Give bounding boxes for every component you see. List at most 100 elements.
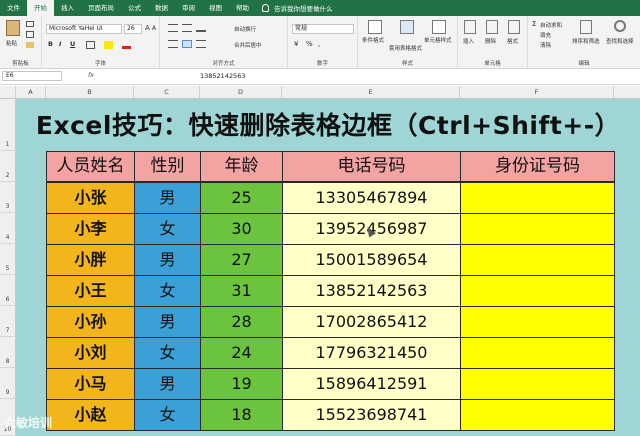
tab-file[interactable]: 文件	[0, 0, 27, 16]
find-select-button[interactable]: 查找和选择	[606, 37, 634, 45]
align-left-icon[interactable]	[168, 40, 178, 48]
border-icon[interactable]	[86, 41, 95, 49]
phone-cell[interactable]: 15001589654	[282, 244, 461, 276]
row-header-4[interactable]: 4	[0, 213, 16, 244]
header-cell-gender[interactable]: 性别	[134, 151, 201, 182]
age-cell[interactable]: 28	[200, 306, 283, 338]
header-cell-id[interactable]: 身份证号码	[460, 151, 615, 182]
currency-icon[interactable]: ¥	[294, 40, 298, 48]
align-bottom-icon[interactable]	[196, 24, 206, 32]
paste-icon[interactable]	[6, 20, 20, 36]
id-cell[interactable]	[460, 182, 615, 214]
paste-button[interactable]: 粘贴	[6, 39, 17, 47]
age-cell[interactable]: 19	[200, 368, 283, 400]
age-cell[interactable]: 30	[200, 213, 283, 245]
name-cell[interactable]: 小张	[46, 182, 135, 214]
gender-cell[interactable]: 女	[134, 213, 201, 245]
tab-insert[interactable]: 插入	[54, 0, 81, 16]
format-cells-button[interactable]: 格式	[507, 37, 518, 45]
insert-cells-button[interactable]: 插入	[463, 37, 474, 45]
bold-button[interactable]: B	[48, 40, 53, 48]
format-as-table-button[interactable]: 套用表格格式	[389, 44, 422, 52]
format-cells-icon[interactable]	[508, 20, 520, 34]
number-format-select[interactable]: 常规	[292, 24, 354, 34]
column-header-g[interactable]	[614, 86, 640, 99]
tab-review[interactable]: 审阅	[175, 0, 202, 16]
find-select-icon[interactable]	[614, 20, 626, 32]
row-header-9[interactable]: 9	[0, 368, 16, 399]
tab-help[interactable]: 帮助	[229, 0, 256, 16]
row-header-2[interactable]: 2	[0, 151, 16, 182]
align-right-icon[interactable]	[196, 40, 206, 48]
align-center-icon[interactable]	[182, 40, 192, 48]
decrease-font-icon[interactable]: A	[152, 25, 156, 32]
clear-button[interactable]: 清除	[540, 41, 551, 49]
conditional-format-button[interactable]: 条件格式	[362, 36, 384, 44]
gender-cell[interactable]: 男	[134, 306, 201, 338]
tab-home[interactable]: 开始	[27, 0, 54, 16]
id-cell[interactable]	[460, 337, 615, 369]
id-cell[interactable]	[460, 275, 615, 307]
cell-styles-button[interactable]: 单元格样式	[424, 36, 452, 44]
phone-cell[interactable]: 13305467894	[282, 182, 461, 214]
insert-cells-icon[interactable]	[464, 20, 476, 34]
age-cell[interactable]: 18	[200, 399, 283, 431]
fill-color-icon[interactable]	[104, 41, 113, 49]
phone-cell[interactable]: 15896412591	[282, 368, 461, 400]
font-name-select[interactable]: Microsoft YaHei UI	[46, 24, 122, 34]
name-cell[interactable]: 小马	[46, 368, 135, 400]
column-header-b[interactable]: B	[46, 86, 134, 99]
delete-cells-icon[interactable]	[486, 20, 498, 34]
name-cell[interactable]: 小李	[46, 213, 135, 245]
row-header-6[interactable]: 6	[0, 275, 16, 306]
age-cell[interactable]: 25	[200, 182, 283, 214]
font-color-icon[interactable]	[122, 41, 131, 49]
percent-icon[interactable]: %	[306, 40, 313, 48]
phone-cell[interactable]: 15523698741	[282, 399, 461, 431]
format-as-table-icon[interactable]	[400, 20, 414, 34]
comma-style-icon[interactable]: ,	[318, 40, 320, 48]
gender-cell[interactable]: 男	[134, 182, 201, 214]
conditional-format-icon[interactable]	[368, 20, 382, 34]
sigma-icon[interactable]: Σ	[532, 20, 536, 28]
formula-input[interactable]: 13852142563	[200, 71, 246, 81]
age-cell[interactable]: 27	[200, 244, 283, 276]
autosum-button[interactable]: 自动求和	[540, 21, 562, 29]
select-all-corner[interactable]	[0, 86, 16, 99]
tell-me-search[interactable]: 告诉我你想要做什么	[262, 3, 333, 13]
tab-view[interactable]: 视图	[202, 0, 229, 16]
age-cell[interactable]: 24	[200, 337, 283, 369]
header-cell-phone[interactable]: 电话号码	[282, 151, 461, 182]
gender-cell[interactable]: 女	[134, 399, 201, 431]
row-header-5[interactable]: 5	[0, 244, 16, 275]
id-cell[interactable]	[460, 213, 615, 245]
row-header-1[interactable]: 1	[0, 99, 16, 151]
copy-icon[interactable]	[26, 31, 34, 38]
tab-data[interactable]: 数据	[148, 0, 175, 16]
fill-button[interactable]: 填充	[540, 31, 551, 39]
header-cell-age[interactable]: 年龄	[200, 151, 283, 182]
sort-filter-icon[interactable]	[580, 20, 592, 34]
column-header-d[interactable]: D	[200, 86, 282, 99]
gender-cell[interactable]: 男	[134, 368, 201, 400]
align-middle-icon[interactable]	[182, 24, 192, 32]
phone-cell[interactable]: 13852142563	[282, 275, 461, 307]
column-header-c[interactable]: C	[134, 86, 200, 99]
column-header-e[interactable]: E	[282, 86, 460, 99]
name-cell[interactable]: 小赵	[46, 399, 135, 431]
format-painter-icon[interactable]	[26, 42, 34, 48]
font-size-select[interactable]: 26	[124, 24, 142, 34]
id-cell[interactable]	[460, 368, 615, 400]
row-header-3[interactable]: 3	[0, 182, 16, 213]
gender-cell[interactable]: 男	[134, 244, 201, 276]
name-cell[interactable]: 小刘	[46, 337, 135, 369]
phone-cell[interactable]: 17796321450	[282, 337, 461, 369]
phone-cell[interactable]: 17002865412	[282, 306, 461, 338]
fx-icon[interactable]: fx	[88, 71, 94, 79]
row-header-8[interactable]: 8	[0, 337, 16, 368]
name-cell[interactable]: 小王	[46, 275, 135, 307]
name-cell[interactable]: 小胖	[46, 244, 135, 276]
underline-button[interactable]: U	[70, 40, 75, 48]
wrap-text-button[interactable]: 自动换行	[234, 25, 256, 33]
increase-font-icon[interactable]: A	[145, 24, 150, 32]
